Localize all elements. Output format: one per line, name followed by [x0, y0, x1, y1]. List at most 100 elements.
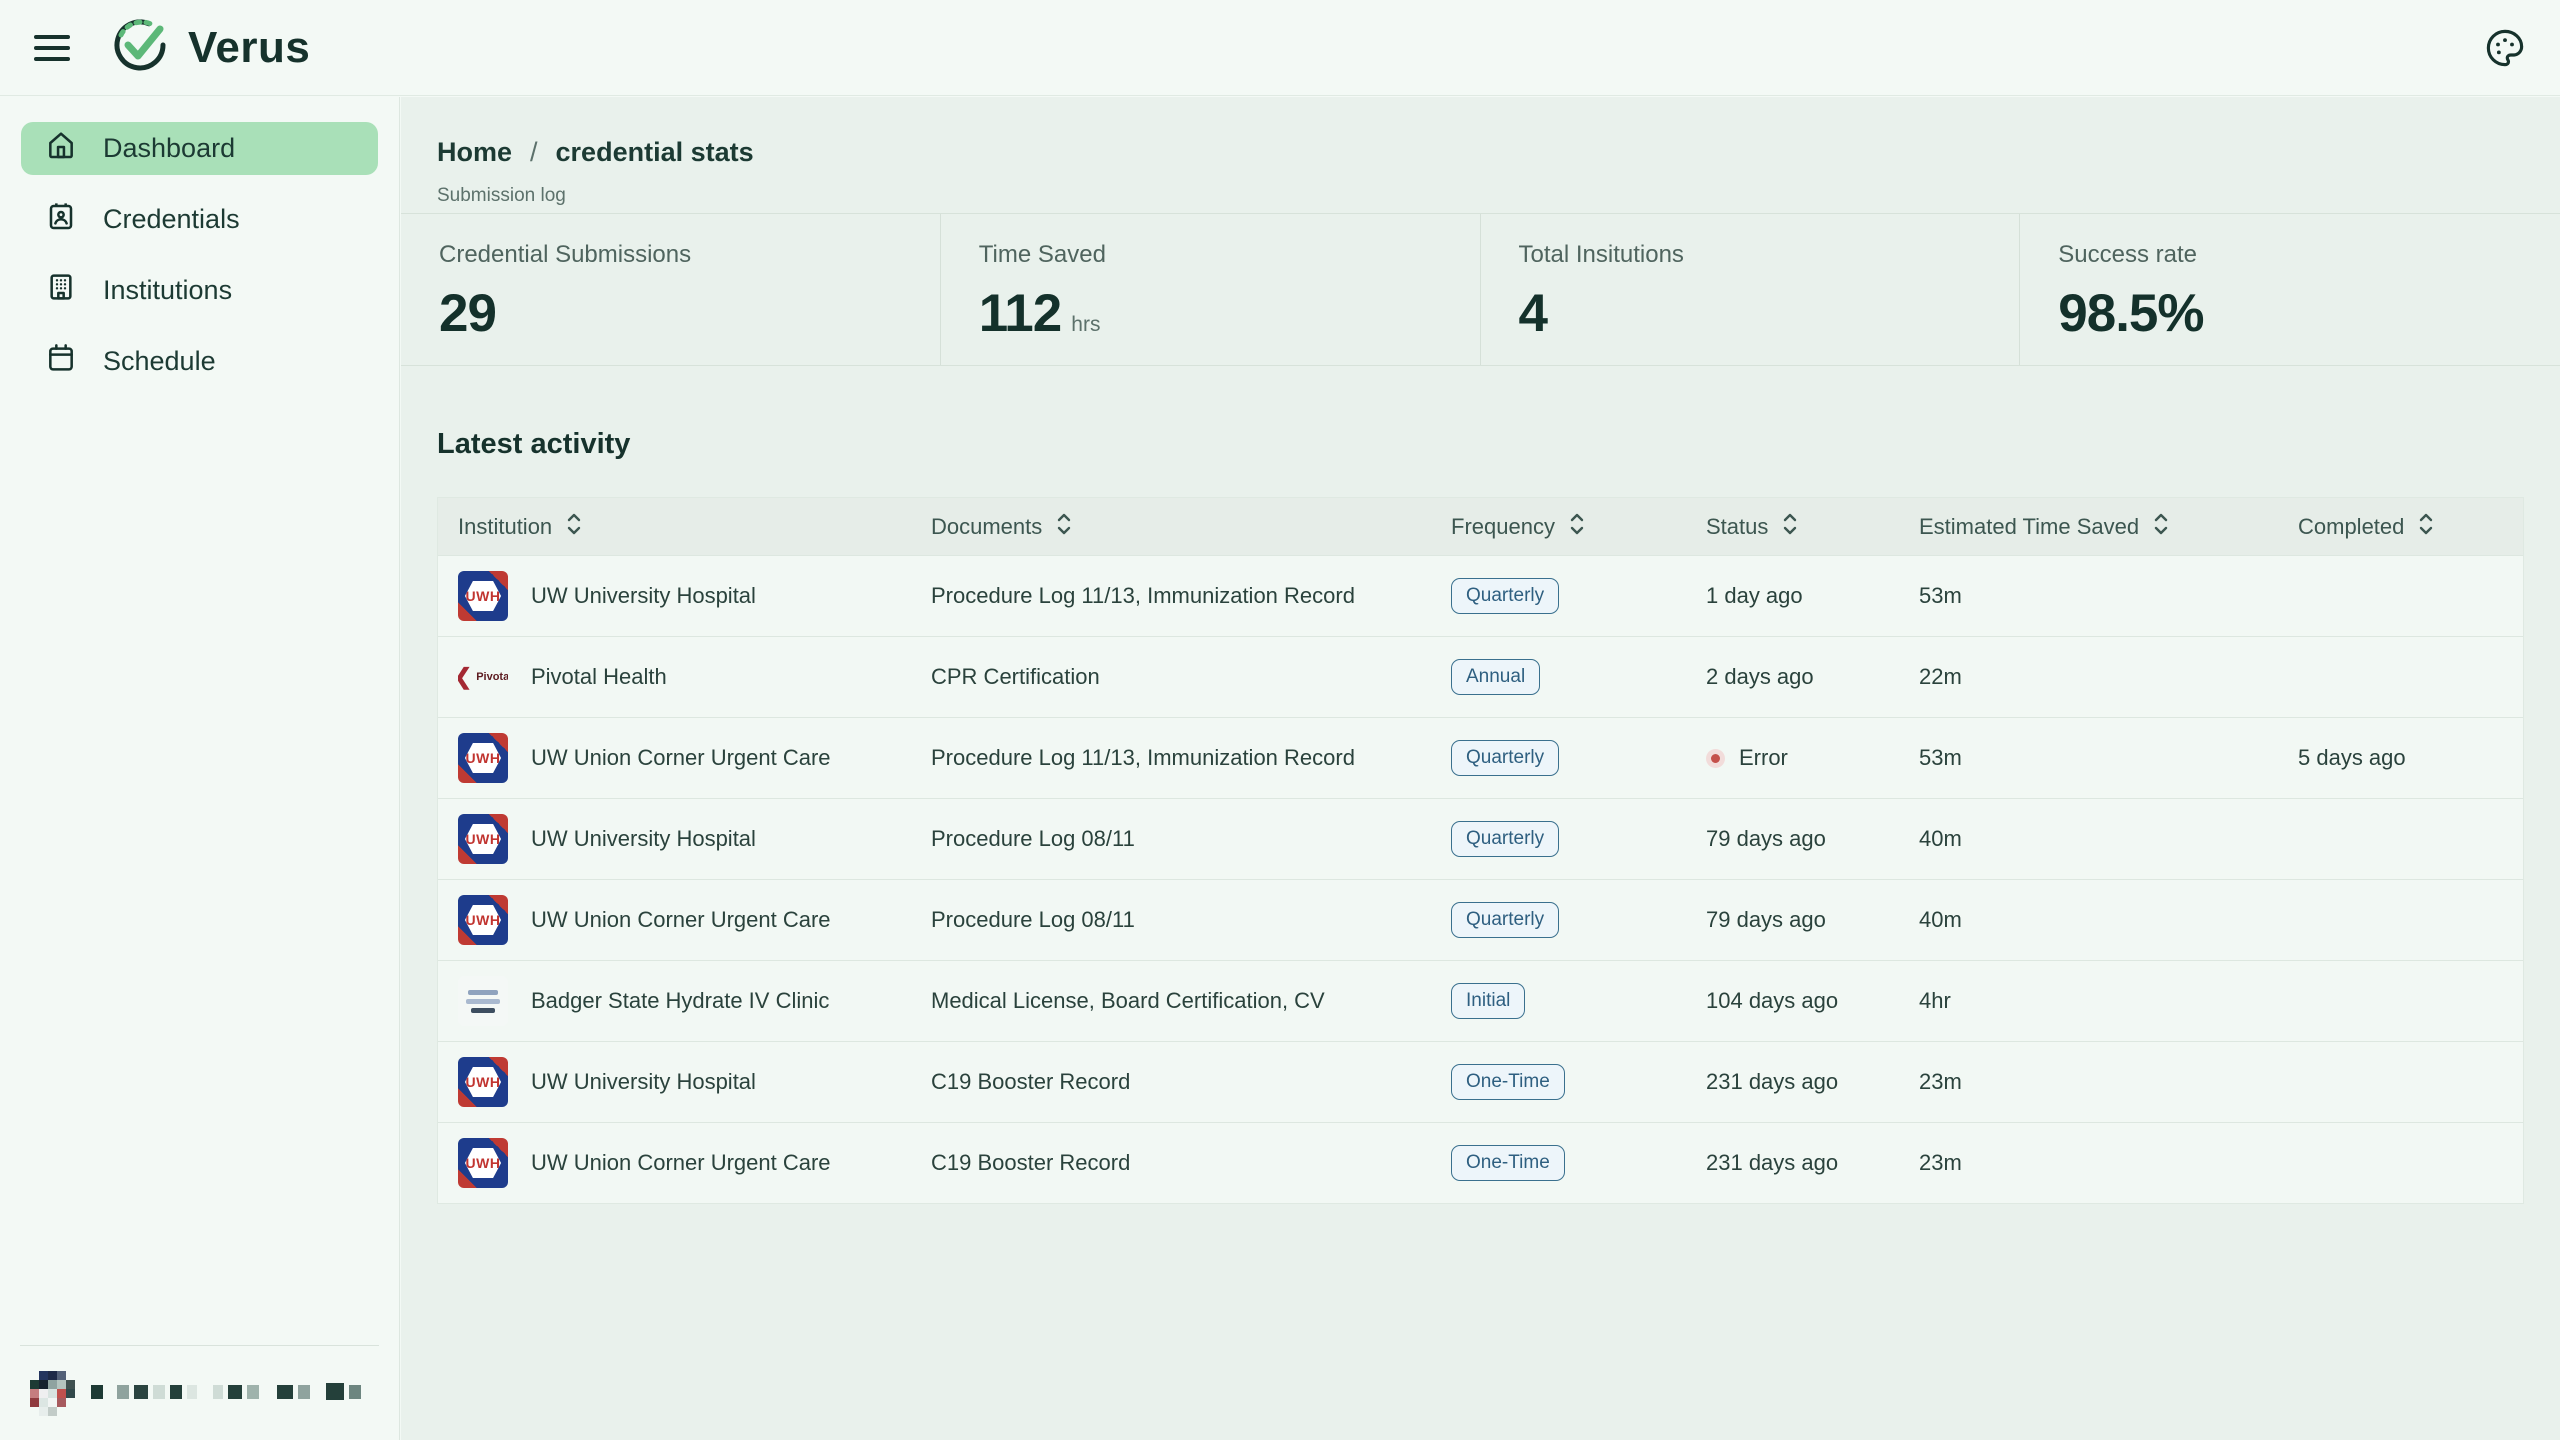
column-header-label: Completed: [2298, 514, 2404, 540]
status-cell: 79 days ago: [1706, 826, 1919, 852]
table-row[interactable]: Badger State Hydrate IV Clinic Medical L…: [438, 960, 2523, 1041]
sort-icon[interactable]: [1054, 511, 1074, 543]
frequency-badge: Quarterly: [1451, 902, 1559, 938]
column-header[interactable]: Institution: [458, 511, 931, 543]
documents-cell: CPR Certification: [931, 664, 1451, 690]
documents-cell: C19 Booster Record: [931, 1069, 1451, 1095]
page-subtitle: Submission log: [437, 185, 2560, 207]
sort-icon[interactable]: [2416, 511, 2436, 543]
breadcrumb-current[interactable]: credential stats: [556, 137, 754, 168]
column-header-label: Status: [1706, 514, 1768, 540]
institution-name: Pivotal Health: [531, 664, 667, 690]
frequency-badge: Quarterly: [1451, 740, 1559, 776]
institution-name: UW University Hospital: [531, 826, 756, 852]
institution-logo: UWH: [458, 1138, 508, 1188]
time-saved-cell: 22m: [1919, 664, 2298, 690]
time-saved-cell: 23m: [1919, 1069, 2298, 1095]
table-row[interactable]: UWH UW Union Corner Urgent Care Procedur…: [438, 879, 2523, 960]
sidebar-item-schedule[interactable]: Schedule: [21, 335, 378, 388]
table-row[interactable]: ❮Pivotal Pivotal Health CPR Certificatio…: [438, 636, 2523, 717]
sidebar-item-label: Institutions: [103, 275, 232, 306]
status-cell: Error: [1706, 745, 1919, 771]
activity-table: Institution Documents Frequency Status: [437, 497, 2524, 1204]
section-title: Latest activity: [437, 428, 2524, 461]
institution-logo: UWH: [458, 895, 508, 945]
frequency-badge: Quarterly: [1451, 821, 1559, 857]
breadcrumb: Home / credential stats: [437, 137, 2560, 168]
stat-success-rate: Success rate 98.5%: [2020, 214, 2560, 365]
table-row[interactable]: UWH UW University Hospital Procedure Log…: [438, 798, 2523, 879]
building-icon: [45, 271, 77, 310]
column-header[interactable]: Status: [1706, 511, 1919, 543]
sort-icon[interactable]: [564, 511, 584, 543]
column-header-label: Documents: [931, 514, 1042, 540]
institution-name: UW Union Corner Urgent Care: [531, 1150, 831, 1176]
column-header[interactable]: Documents: [931, 511, 1451, 543]
stat-time-saved: Time Saved 112 hrs: [941, 214, 1481, 365]
status-cell: 1 day ago: [1706, 583, 1919, 609]
palette-icon[interactable]: [2484, 27, 2526, 69]
id-card-icon: [45, 200, 77, 239]
app-title: Verus: [188, 23, 310, 73]
table-body: UWH UW University Hospital Procedure Log…: [438, 555, 2523, 1203]
brand: Verus: [108, 13, 310, 82]
table-row[interactable]: UWH UW Union Corner Urgent Care C19 Boos…: [438, 1122, 2523, 1203]
documents-cell: C19 Booster Record: [931, 1150, 1451, 1176]
documents-cell: Procedure Log 08/11: [931, 826, 1451, 852]
stat-label: Total Insitutions: [1519, 241, 2020, 269]
status-dot: [1706, 749, 1725, 768]
sidebar-item-institutions[interactable]: Institutions: [21, 264, 378, 317]
breadcrumb-separator: /: [530, 137, 538, 168]
table-row[interactable]: UWH UW University Hospital C19 Booster R…: [438, 1041, 2523, 1122]
stat-value: 29: [439, 283, 496, 344]
institution-logo: UWH: [458, 733, 508, 783]
column-header[interactable]: Completed: [2298, 511, 2503, 543]
sidebar-item-credentials[interactable]: Credentials: [21, 193, 378, 246]
main-content: Home / credential stats Submission log C…: [401, 97, 2560, 1440]
stat-credential-submissions: Credential Submissions 29: [401, 214, 941, 365]
institution-name: UW Union Corner Urgent Care: [531, 907, 831, 933]
sort-icon[interactable]: [1780, 511, 1800, 543]
stat-label: Success rate: [2058, 241, 2560, 269]
status-cell: 79 days ago: [1706, 907, 1919, 933]
menu-icon[interactable]: [34, 35, 70, 61]
time-saved-cell: 40m: [1919, 826, 2298, 852]
pixelated-wordmark: [91, 1383, 361, 1400]
stats-row: Credential Submissions 29 Time Saved 112…: [401, 214, 2560, 366]
home-icon: [45, 129, 77, 168]
table-row[interactable]: UWH UW Union Corner Urgent Care Procedur…: [438, 717, 2523, 798]
completed-cell: 5 days ago: [2298, 745, 2503, 771]
column-header[interactable]: Frequency: [1451, 511, 1706, 543]
documents-cell: Medical License, Board Certification, CV: [931, 988, 1451, 1014]
institution-name: Badger State Hydrate IV Clinic: [531, 988, 829, 1014]
frequency-badge: Annual: [1451, 659, 1540, 695]
sidebar-item-label: Credentials: [103, 204, 240, 235]
sidebar-item-label: Dashboard: [103, 133, 235, 164]
column-header-label: Frequency: [1451, 514, 1555, 540]
column-header-label: Estimated Time Saved: [1919, 514, 2139, 540]
sort-icon[interactable]: [2151, 511, 2171, 543]
stat-label: Credential Submissions: [439, 241, 940, 269]
institution-name: UW Union Corner Urgent Care: [531, 745, 831, 771]
stat-total-institutions: Total Insitutions 4: [1481, 214, 2021, 365]
sidebar-item-label: Schedule: [103, 346, 216, 377]
documents-cell: Procedure Log 11/13, Immunization Record: [931, 745, 1451, 771]
column-header[interactable]: Estimated Time Saved: [1919, 511, 2298, 543]
sort-icon[interactable]: [1567, 511, 1587, 543]
status-cell: 2 days ago: [1706, 664, 1919, 690]
time-saved-cell: 53m: [1919, 745, 2298, 771]
status-cell: 104 days ago: [1706, 988, 1919, 1014]
frequency-badge: One-Time: [1451, 1064, 1565, 1100]
verus-logo-icon: [108, 13, 172, 82]
time-saved-cell: 40m: [1919, 907, 2298, 933]
institution-logo: UWH: [458, 1057, 508, 1107]
frequency-badge: Quarterly: [1451, 578, 1559, 614]
institution-name: UW University Hospital: [531, 583, 756, 609]
time-saved-cell: 23m: [1919, 1150, 2298, 1176]
institution-logo: UWH: [458, 571, 508, 621]
status-cell: 231 days ago: [1706, 1069, 1919, 1095]
sidebar-item-dashboard[interactable]: Dashboard: [21, 122, 378, 175]
stat-value: 98.5%: [2058, 283, 2203, 344]
table-row[interactable]: UWH UW University Hospital Procedure Log…: [438, 555, 2523, 636]
breadcrumb-home-link[interactable]: Home: [437, 137, 512, 168]
